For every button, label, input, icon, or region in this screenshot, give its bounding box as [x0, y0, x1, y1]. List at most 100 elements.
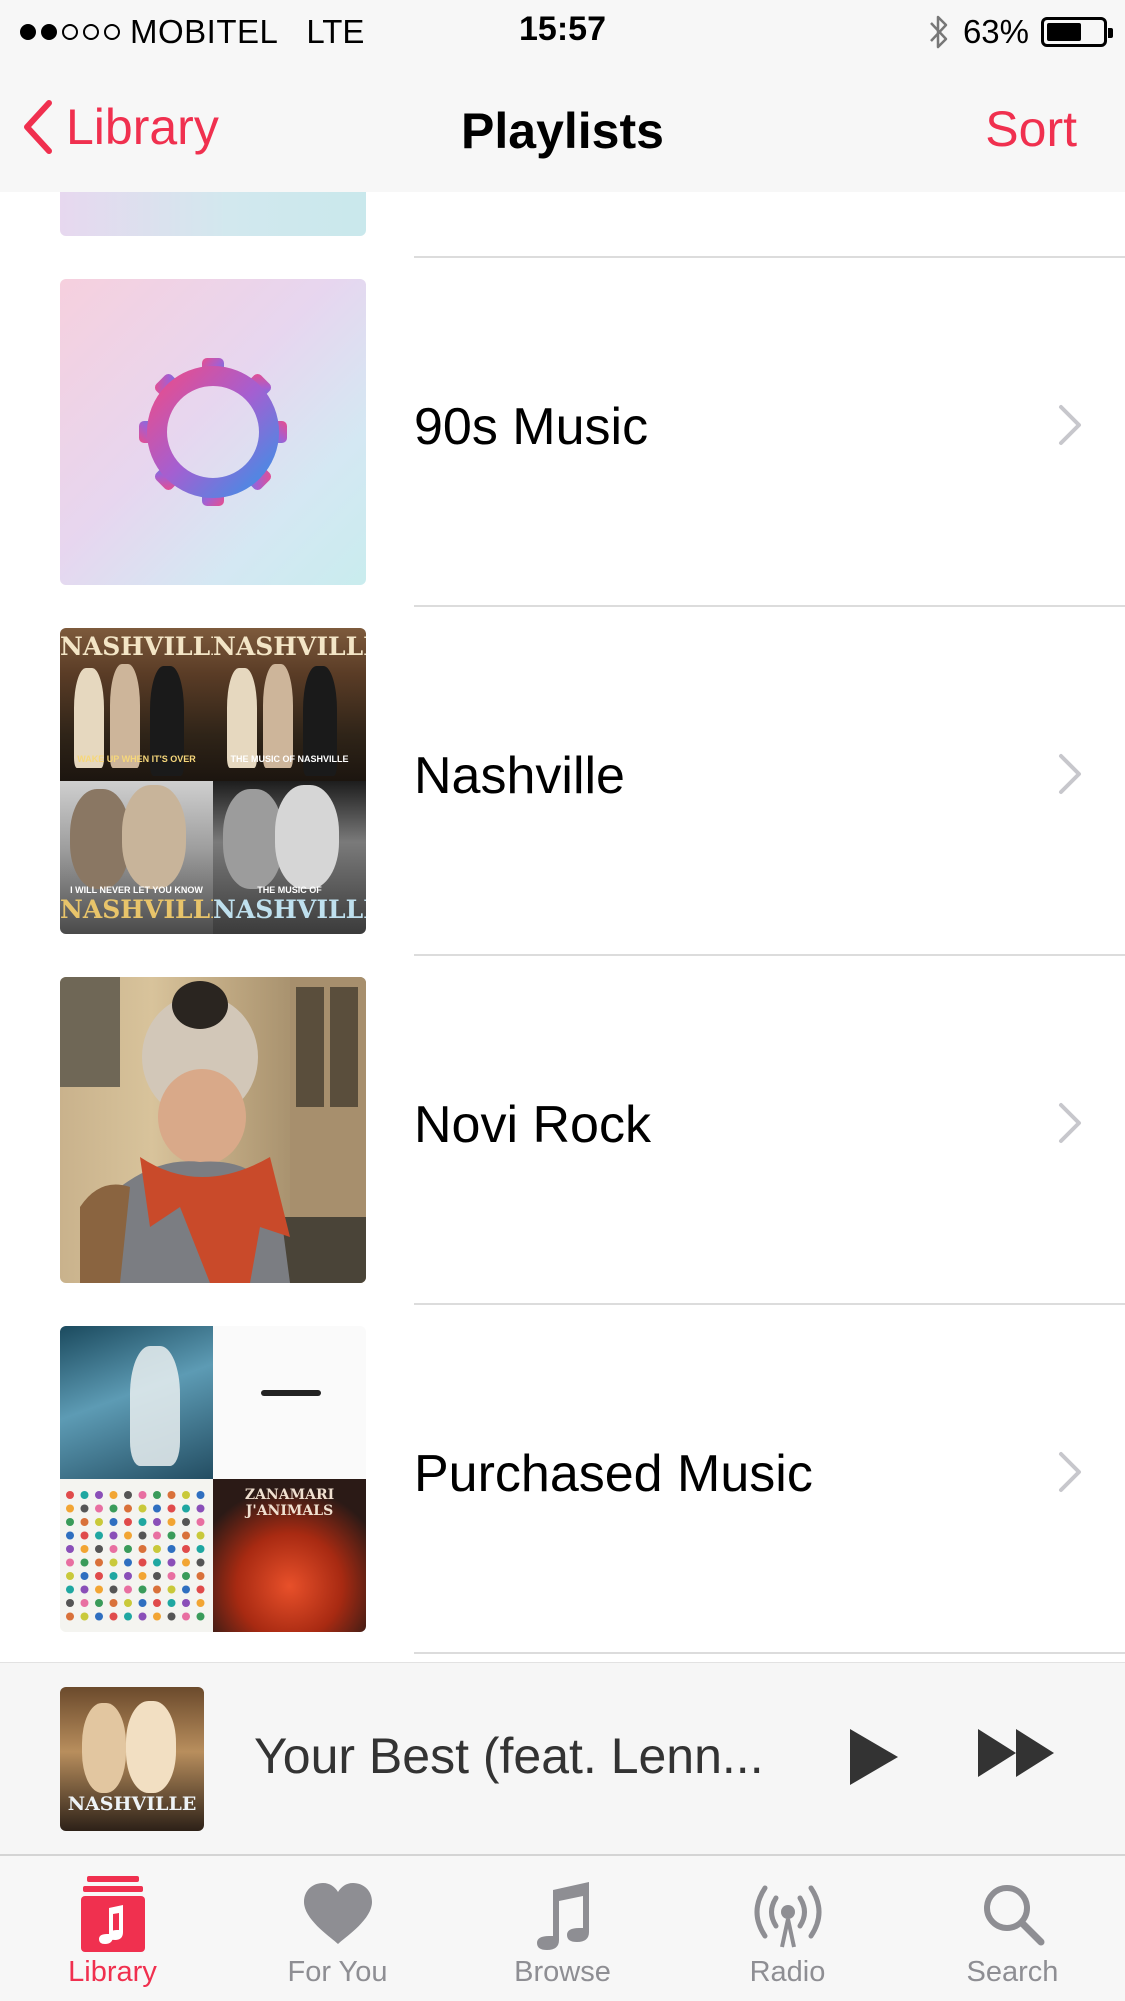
album-cover: I WILL NEVER LET YOU KNOW NASHVILLE [60, 781, 213, 934]
album-cover-title: ZANAMARI J'ANIMALS [244, 1487, 335, 1519]
pattern-dot [66, 1518, 74, 1526]
album-cover-title: NASHVILLE [60, 895, 213, 924]
playlist-artwork [60, 279, 366, 585]
row-separator [414, 1652, 1125, 1654]
pattern-dot [196, 1545, 205, 1553]
pattern-dot [153, 1545, 161, 1553]
pattern-dot [66, 1491, 74, 1499]
playlist-row-nashville[interactable]: NASHVILLE WAKE UP WHEN IT'S OVER NASHVIL… [0, 606, 1125, 954]
pattern-dot [80, 1558, 89, 1567]
fast-forward-icon[interactable] [976, 1725, 1058, 1781]
gear-icon [139, 358, 287, 506]
tab-label: Library [68, 1956, 157, 1988]
play-icon[interactable] [846, 1725, 902, 1789]
pattern-dot [66, 1599, 74, 1607]
pattern-dot [167, 1518, 176, 1526]
pattern-dot [196, 1558, 205, 1567]
playlist-row-90s-music[interactable]: 90s Music [0, 257, 1125, 605]
pattern-dot [182, 1531, 190, 1540]
pattern-dot [124, 1491, 132, 1499]
pattern-dot [138, 1612, 147, 1621]
status-right: 63% [927, 10, 1113, 54]
album-cover: NASHVILLE THE MUSIC OF NASHVILLE [213, 628, 366, 781]
pattern-dot [109, 1545, 118, 1553]
pattern-dot [196, 1572, 205, 1580]
album-cover: THE MUSIC OF NASHVILLE [213, 781, 366, 934]
pattern-dot [138, 1558, 147, 1567]
album-cover [60, 1326, 213, 1479]
playlist-title: Purchased Music [414, 1445, 813, 1503]
mini-player[interactable]: NASHVILLE Your Best (feat. Lenn... [0, 1662, 1125, 1854]
photo-portrait [60, 977, 366, 1283]
pattern-dot [124, 1531, 132, 1540]
pattern-dot [138, 1491, 147, 1499]
pattern-dot [95, 1558, 103, 1567]
pattern-dot [66, 1558, 74, 1567]
pattern-dot [182, 1585, 190, 1594]
pattern-dot [80, 1504, 89, 1513]
search-icon [983, 1885, 1044, 1946]
pattern-dot [153, 1585, 161, 1594]
pattern-dot [182, 1558, 190, 1567]
tab-for-you[interactable]: For You [225, 1856, 450, 2001]
chevron-right-icon [1059, 1103, 1081, 1143]
pattern-dot [182, 1572, 190, 1580]
now-playing-title[interactable]: Your Best (feat. Lenn... [254, 1727, 764, 1785]
album-cover-title: NASHVILLE [213, 632, 366, 661]
playlist-row-novi-rock[interactable]: Novi Rock [0, 955, 1125, 1303]
pattern-dot [182, 1504, 190, 1513]
sort-button[interactable]: Sort [985, 100, 1077, 158]
bluetooth-icon [930, 15, 948, 49]
pattern-dot [196, 1585, 205, 1594]
pattern-dot [153, 1558, 161, 1567]
tab-bar: Library For You Browse Radio Search [0, 1854, 1125, 2001]
pattern-dot [80, 1491, 89, 1499]
pattern-dot [66, 1572, 74, 1580]
tab-browse[interactable]: Browse [450, 1856, 675, 2001]
pattern-dot [95, 1545, 103, 1553]
pattern-dot [167, 1585, 176, 1594]
dot-pattern [66, 1491, 205, 1621]
radio-icon [754, 1885, 821, 1948]
pattern-dot [80, 1585, 89, 1594]
pattern-dot [167, 1545, 176, 1553]
pattern-dot [138, 1518, 147, 1526]
pattern-dot [138, 1585, 147, 1594]
pattern-dot [167, 1572, 176, 1580]
tab-library[interactable]: Library [0, 1856, 225, 2001]
playlist-artwork: NASHVILLE WAKE UP WHEN IT'S OVER NASHVIL… [60, 628, 366, 934]
pattern-dot [196, 1531, 205, 1540]
album-cover-title: NASHVILLE [67, 1793, 197, 1815]
playlist-row-purchased-music[interactable]: ZANAMARI J'ANIMALS Purchased Music [0, 1304, 1125, 1652]
pattern-dot [153, 1518, 161, 1526]
pattern-dot [138, 1531, 147, 1540]
heart-icon [303, 1883, 372, 1944]
pattern-dot [109, 1504, 118, 1513]
pattern-dot [109, 1531, 118, 1540]
tab-radio[interactable]: Radio [675, 1856, 900, 2001]
pattern-dot [80, 1599, 89, 1607]
pattern-dot [153, 1531, 161, 1540]
album-cover [213, 1326, 366, 1479]
pattern-dot [109, 1599, 118, 1607]
pattern-dot [80, 1545, 89, 1553]
tab-search[interactable]: Search [900, 1856, 1125, 2001]
pattern-dot [95, 1518, 103, 1526]
pattern-dot [124, 1518, 132, 1526]
pattern-dot [80, 1572, 89, 1580]
pattern-dot [196, 1504, 205, 1513]
chevron-right-icon [1059, 754, 1081, 794]
now-playing-artwork[interactable]: NASHVILLE [60, 1687, 204, 1831]
pattern-dot [95, 1612, 103, 1621]
pattern-dot [167, 1558, 176, 1567]
pattern-dot [182, 1545, 190, 1553]
pattern-dot [124, 1545, 132, 1553]
tab-label: Radio [749, 1956, 826, 1988]
pattern-dot [138, 1572, 147, 1580]
album-cover-subtitle: I WILL NEVER LET YOU KNOW [70, 885, 203, 895]
music-note-icon [536, 1882, 589, 1950]
partial-playlist-artwork[interactable] [60, 192, 366, 236]
pattern-dot [167, 1599, 176, 1607]
playlist-title: Nashville [414, 747, 625, 805]
pattern-dot [153, 1599, 161, 1607]
